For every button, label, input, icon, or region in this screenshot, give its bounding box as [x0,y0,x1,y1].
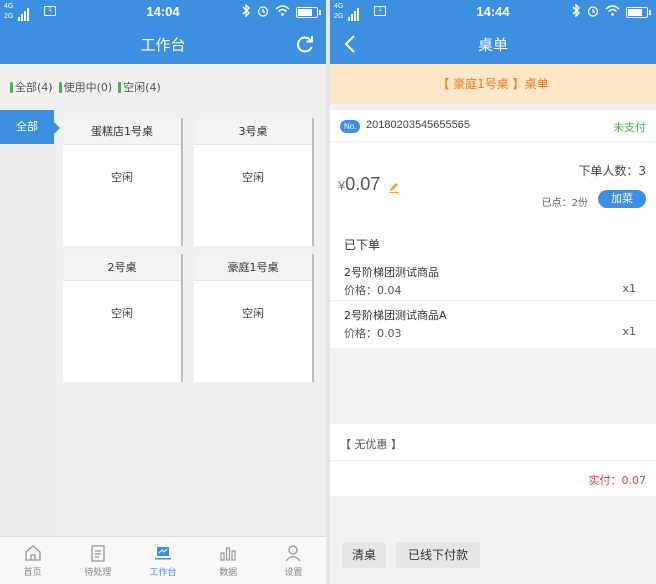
offline-paid-button[interactable]: 已线下付款 [396,542,480,568]
filter-idle[interactable]: 空闲(4) [118,79,161,95]
order-number: 20180203545655565 [366,119,471,131]
amount-value: 0.07 [345,174,381,194]
tab-data[interactable]: 数据 [196,537,261,584]
alarm-icon [587,5,599,20]
bluetooth-icon [571,3,581,20]
ordered-items-list: 2号阶梯团测试商品 价格：0.04 x1 2号阶梯团测试商品A 价格：0.03 … [330,258,656,344]
table-status: 空闲 [242,307,264,320]
filter-in-use-label: 使用中(0) [63,81,113,94]
table-card[interactable]: 豪庭1号桌 空闲 [194,254,312,382]
bottom-tab-bar: 首页 待处理 工作台 数据 设置 [0,536,326,584]
tab-workbench-label: 工作台 [149,568,177,578]
list-item: 2号阶梯团测试商品 价格：0.04 x1 [330,258,656,301]
tab-pending-label: 待处理 [84,568,112,578]
tab-settings[interactable]: 设置 [261,537,326,584]
table-name: 2号桌 [63,254,181,281]
item-name: 2号阶梯团测试商品 [344,266,439,279]
tab-home-label: 首页 [23,568,42,578]
payment-status: 未支付 [613,121,646,134]
alarm-icon [257,5,269,20]
divider [330,460,656,461]
table-name: 豪庭1号桌 [194,254,312,281]
status-icons [241,3,321,20]
clear-table-button[interactable]: 清桌 [342,542,386,568]
table-name: 蛋糕店1号桌 [63,118,181,145]
filter-all-label: 全部(4) [15,81,53,94]
wifi-icon [275,5,290,19]
table-banner: 【 豪庭1号桌 】桌单 [330,64,656,104]
laptop-icon [155,547,171,560]
battery-icon [626,6,651,18]
user-icon [285,545,301,562]
category-sidebar: 全部 [0,110,60,536]
category-item-all[interactable]: 全部 [0,110,60,144]
tab-home[interactable]: 首页 [0,537,65,584]
paid-amount: 实付：0.07 [588,474,647,487]
app-header: 桌单 [330,24,656,64]
item-name: 2号阶梯团测试商品A [344,309,447,322]
status-icons [571,3,651,20]
ordered-section-title: 已下单 [344,238,381,252]
status-bar: 4G 2G 1 14:04 [0,0,326,24]
tab-data-label: 数据 [219,568,238,578]
item-quantity: x1 [622,282,636,295]
item-price: 价格：0.03 [344,327,402,340]
edit-icon[interactable] [388,178,400,193]
table-card[interactable]: 2号桌 空闲 [63,254,181,382]
ordered-count: 已点：2份 [541,198,588,209]
filter-idle-label: 空闲(4) [123,81,161,94]
app-header: 工作台 [0,24,326,64]
bluetooth-icon [241,3,251,20]
guest-count: 下单人数：3 [578,164,646,178]
filter-in-use[interactable]: 使用中(0) [58,79,113,95]
order-no-badge: No. [340,120,361,133]
tab-settings-label: 设置 [284,568,303,578]
bar-chart-icon [220,547,236,561]
discount-label: 【 无优惠 】 [340,438,402,451]
filter-all[interactable]: 全部(4) [10,79,53,95]
table-card[interactable]: 3号桌 空闲 [194,118,312,246]
action-bar: 清桌 已线下付款 [330,530,656,584]
workbench-screen: 4G 2G 1 14:04 工作台 全部(4) 使用中(0) 空闲(4) 全部 … [0,0,326,584]
discount-panel: 【 无优惠 】 实付：0.07 [330,424,656,496]
table-filter-bar: 全部(4) 使用中(0) 空闲(4) [0,64,326,110]
item-quantity: x1 [622,325,636,338]
page-title: 桌单 [477,36,508,54]
clipboard-icon [91,545,105,562]
wifi-icon [605,5,620,19]
table-status: 空闲 [111,171,133,184]
home-icon [24,545,41,561]
order-summary: No. 20180203545655565 未支付 下单人数：3 ¥0.07 已… [330,110,656,348]
tab-pending[interactable]: 待处理 [65,537,130,584]
table-status: 空闲 [242,171,264,184]
list-item: 2号阶梯团测试商品A 价格：0.03 x1 [330,301,656,344]
table-name: 3号桌 [194,118,312,145]
table-order-screen: 4G 2G 1 14:44 桌单 【 豪庭1号桌 】桌单 No. 2018020… [330,0,656,584]
item-price: 价格：0.04 [344,284,402,297]
table-card[interactable]: 蛋糕店1号桌 空闲 [63,118,181,246]
add-dish-button[interactable]: 加菜 [598,190,646,208]
refresh-icon[interactable] [294,33,316,55]
status-bar: 4G 2G 1 14:44 [330,0,656,24]
page-title: 工作台 [140,36,186,54]
order-amount: ¥0.07 [338,174,380,195]
order-number-row: No. 20180203545655565 未支付 [330,110,656,142]
table-status: 空闲 [111,307,133,320]
tab-workbench[interactable]: 工作台 [130,537,195,584]
battery-icon [296,6,321,18]
